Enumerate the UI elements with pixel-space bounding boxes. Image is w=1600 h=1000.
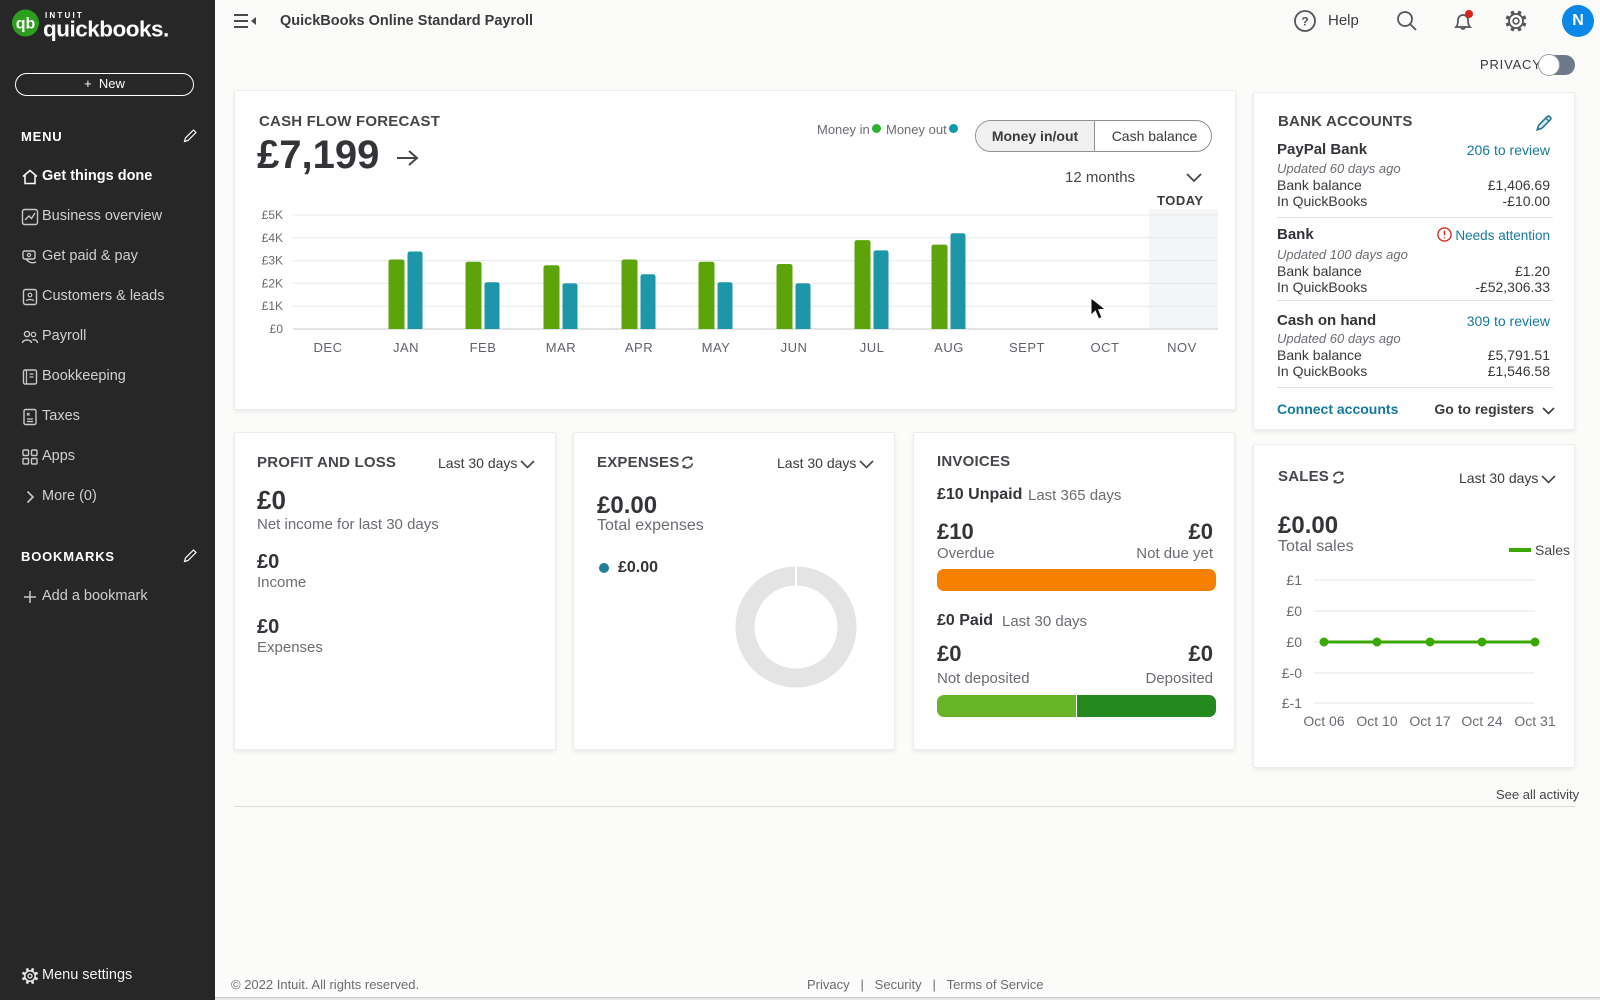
svg-text:Oct 06: Oct 06 <box>1303 713 1344 729</box>
svg-text:£2K: £2K <box>262 276 283 290</box>
svg-text:JUL: JUL <box>860 340 885 355</box>
svg-text:£5K: £5K <box>262 208 283 222</box>
svg-text:SEPT: SEPT <box>1009 340 1045 355</box>
svg-text:Oct 17: Oct 17 <box>1409 713 1450 729</box>
svg-text:AUG: AUG <box>934 340 964 355</box>
svg-text:qb: qb <box>16 16 36 33</box>
svg-text:Oct 24: Oct 24 <box>1461 713 1502 729</box>
svg-text:quickbooks.: quickbooks. <box>43 17 169 42</box>
svg-text:DEC: DEC <box>314 340 343 355</box>
svg-text:APR: APR <box>625 340 653 355</box>
svg-text:Oct 10: Oct 10 <box>1356 713 1397 729</box>
svg-text:MAR: MAR <box>546 340 576 355</box>
svg-text:£1K: £1K <box>262 299 283 313</box>
svg-text:£0: £0 <box>1286 634 1302 650</box>
svg-text:£3K: £3K <box>262 254 283 268</box>
svg-text:£0: £0 <box>1286 603 1302 619</box>
svg-text:£-1: £-1 <box>1282 695 1302 711</box>
svg-text:£-0: £-0 <box>1282 665 1302 681</box>
svg-text:FEB: FEB <box>470 340 497 355</box>
svg-text:OCT: OCT <box>1091 340 1120 355</box>
svg-text:£1: £1 <box>1286 572 1302 588</box>
svg-text:JAN: JAN <box>393 340 419 355</box>
svg-text:MAY: MAY <box>702 340 731 355</box>
svg-text:Oct 31: Oct 31 <box>1514 713 1555 729</box>
svg-text:JUN: JUN <box>781 340 808 355</box>
svg-text:NOV: NOV <box>1167 340 1197 355</box>
svg-text:£4K: £4K <box>262 231 283 245</box>
svg-text:?: ? <box>1301 15 1308 29</box>
svg-text:£0: £0 <box>270 322 284 336</box>
